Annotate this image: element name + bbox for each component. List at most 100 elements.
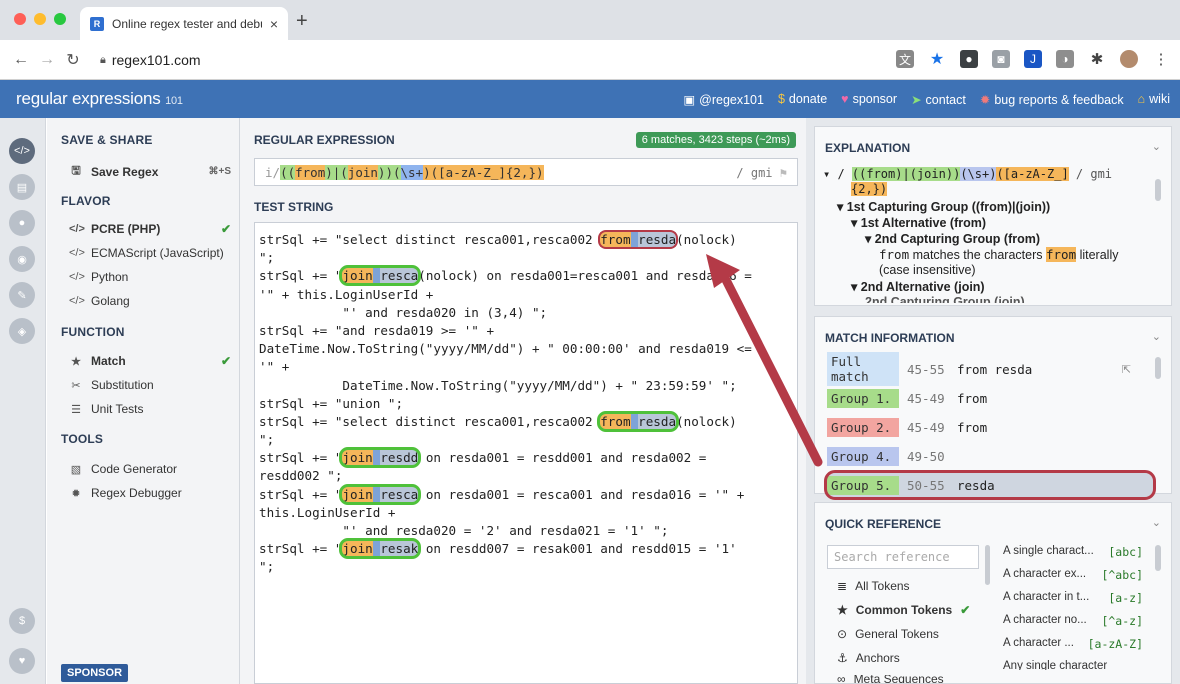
settings-wrench-icon[interactable]: ✎: [9, 282, 35, 308]
test-string-line: strSql += "join resca on resda001 = resc…: [259, 483, 797, 505]
donate-dollar-icon[interactable]: $: [9, 608, 35, 634]
menu-dots-icon[interactable]: ⋮: [1152, 50, 1170, 68]
regex-flags[interactable]: / gmi ⚑: [736, 166, 787, 180]
minimize-window-button[interactable]: [34, 13, 46, 25]
match-keyword: from: [600, 413, 631, 429]
tab-title: Online regex tester and debugg: [112, 16, 262, 31]
bug-icon: ✹: [979, 92, 991, 107]
profile-avatar[interactable]: [1120, 50, 1138, 68]
browser-toolbar: ← → ↻ 🔒︎ regex101.com 文 ★ ● ◙ J ◑ ✱ ⋮: [0, 40, 1180, 80]
match-range: 50-55: [907, 477, 945, 493]
translate-icon[interactable]: 文: [896, 50, 914, 68]
browser-tab[interactable]: R Online regex tester and debugg ×: [80, 7, 288, 40]
category-general-tokens[interactable]: ⊙ General Tokens: [837, 627, 939, 641]
function-label: Match: [91, 354, 126, 368]
test-string-line: strSql += "select distinct resca001,resc…: [259, 230, 797, 249]
match-row[interactable]: Full match 45-55 from resda: [827, 352, 1153, 386]
function-unit-tests[interactable]: ☰ Unit Tests: [69, 402, 231, 416]
function-match[interactable]: ★ Match ✔: [69, 354, 231, 368]
line-text: on resda001 = resdd001 and resda002 =: [418, 450, 707, 466]
flavor-pcre[interactable]: </> PCRE (PHP) ✔: [69, 222, 231, 236]
sponsor-heart-icon[interactable]: ♥: [9, 648, 35, 674]
line-text: (nolock): [676, 413, 737, 429]
category-anchors[interactable]: ⚓︎ Anchors: [837, 651, 900, 665]
camera-icon[interactable]: ◙: [992, 50, 1010, 68]
tab-close-icon[interactable]: ×: [270, 16, 278, 32]
function-heading: FUNCTION: [61, 325, 125, 339]
match-group-label: Group 4.: [827, 446, 899, 466]
match-row[interactable]: Group 2. 45-49 from: [827, 415, 1153, 439]
reference-item[interactable]: A character no... [^a-z]: [1003, 614, 1143, 628]
save-regex-button[interactable]: 🖫︎ Save Regex ⌘+S: [69, 162, 231, 181]
reference-item[interactable]: A character ... [a-zA-Z]: [1003, 637, 1143, 651]
regex-editor-icon[interactable]: </>: [9, 138, 35, 164]
function-substitution[interactable]: ✂ Substitution: [69, 378, 231, 392]
category-label: Common Tokens: [855, 603, 953, 617]
tool-code-generator[interactable]: ▧ Code Generator: [69, 462, 231, 476]
chevron-down-icon[interactable]: ⌄: [1152, 140, 1161, 153]
new-tab-button[interactable]: +: [296, 11, 308, 31]
flavor-ecmascript[interactable]: </> ECMAScript (JavaScript): [69, 246, 231, 260]
match-value: from: [957, 419, 988, 435]
wiki-link[interactable]: ⌂ wiki: [1138, 92, 1170, 106]
category-all-tokens[interactable]: ≣ All Tokens: [837, 579, 910, 593]
sponsor-link[interactable]: ♥ sponsor: [841, 92, 897, 106]
reference-scrollbar[interactable]: [1155, 545, 1161, 571]
bug-icon: ✹: [71, 487, 81, 500]
test-string-line: '" + this.LoginUserId +: [259, 286, 797, 304]
reference-search-input[interactable]: Search reference: [827, 545, 979, 569]
reference-item[interactable]: A single charact... [abc]: [1003, 545, 1143, 559]
address-bar[interactable]: 🔒︎ regex101.com: [100, 46, 910, 74]
match-row[interactable]: Group 1. 45-49 from: [827, 386, 1153, 410]
explanation-group-1: ▾ 1st Capturing Group ((from)|(join)): [837, 199, 1050, 214]
extension-icon-2[interactable]: ◑: [1056, 50, 1074, 68]
extension-icon[interactable]: ●: [960, 50, 978, 68]
reference-item[interactable]: Any single character: [1003, 660, 1143, 670]
match-row[interactable]: Group 5. 50-55 resda: [824, 470, 1156, 500]
library-icon[interactable]: ▤: [9, 174, 35, 200]
flavor-golang[interactable]: </> Golang: [69, 294, 231, 308]
site-logo[interactable]: regular expressions 101: [16, 89, 183, 109]
reload-icon[interactable]: ↻: [60, 50, 86, 70]
close-window-button[interactable]: [14, 13, 26, 25]
bug-reports-link[interactable]: ✹ bug reports & feedback: [980, 92, 1124, 107]
explanation-alt-1: ▾ 1st Alternative (from): [851, 215, 986, 230]
match-keyword: from: [600, 232, 631, 247]
contact-link[interactable]: ➤ contact: [911, 92, 966, 107]
test-string-editor[interactable]: strSql += "select distinct resca001,resc…: [254, 222, 798, 684]
j-extension-icon[interactable]: J: [1024, 50, 1042, 68]
account-icon[interactable]: ●: [9, 210, 35, 236]
forward-arrow-icon[interactable]: →: [34, 51, 60, 69]
maximize-window-button[interactable]: [54, 13, 66, 25]
tool-regex-debugger[interactable]: ✹ Regex Debugger: [69, 486, 231, 500]
explanation-scrollbar[interactable]: [1155, 179, 1161, 201]
chevron-down-icon[interactable]: ⌄: [1152, 516, 1161, 529]
reference-item[interactable]: A character in t... [a-z]: [1003, 591, 1143, 605]
test-string-line: "' and resda020 = '2' and resda021 = '1'…: [259, 522, 797, 540]
donate-link[interactable]: $ donate: [778, 92, 827, 106]
match-row[interactable]: Group 4. 49-50: [827, 444, 1153, 468]
category-common-tokens[interactable]: ★ Common Tokens ✔: [837, 603, 970, 617]
match-value: resda: [957, 477, 995, 493]
reference-item[interactable]: A character ex... [^abc]: [1003, 568, 1143, 582]
chevron-down-icon[interactable]: ⌄: [1152, 330, 1161, 343]
quantifier-text: {2,}): [851, 182, 888, 196]
heart-icon: ♥: [841, 92, 849, 106]
twitter-link[interactable]: ▣ @regex101: [683, 92, 764, 107]
explanation-desc: from matches the characters from literal…: [879, 247, 1118, 262]
share-icon[interactable]: ⇱: [1122, 363, 1131, 376]
bookmark-star-icon[interactable]: ★: [928, 50, 946, 68]
sponsor-label: SPONSOR: [61, 664, 129, 682]
category-label: All Tokens: [855, 579, 910, 593]
categories-scrollbar[interactable]: [985, 545, 990, 585]
back-arrow-icon[interactable]: ←: [8, 51, 34, 69]
puzzle-icon[interactable]: ✱: [1088, 50, 1106, 68]
match-keyword: join: [342, 450, 373, 466]
regex-input[interactable]: i/ ((from)|(join))(\s+)([a-zA-Z_]{2,}) /…: [254, 158, 798, 186]
extension-icons: 文 ★ ● ◙ J ◑ ✱ ⋮: [896, 50, 1170, 68]
quiz-icon[interactable]: ◉: [9, 246, 35, 272]
chat-icon[interactable]: ◈: [9, 318, 35, 344]
match-info-scrollbar[interactable]: [1155, 357, 1161, 379]
flavor-python[interactable]: </> Python: [69, 270, 231, 284]
category-meta-sequences[interactable]: ∞ Meta Sequences: [837, 675, 944, 683]
